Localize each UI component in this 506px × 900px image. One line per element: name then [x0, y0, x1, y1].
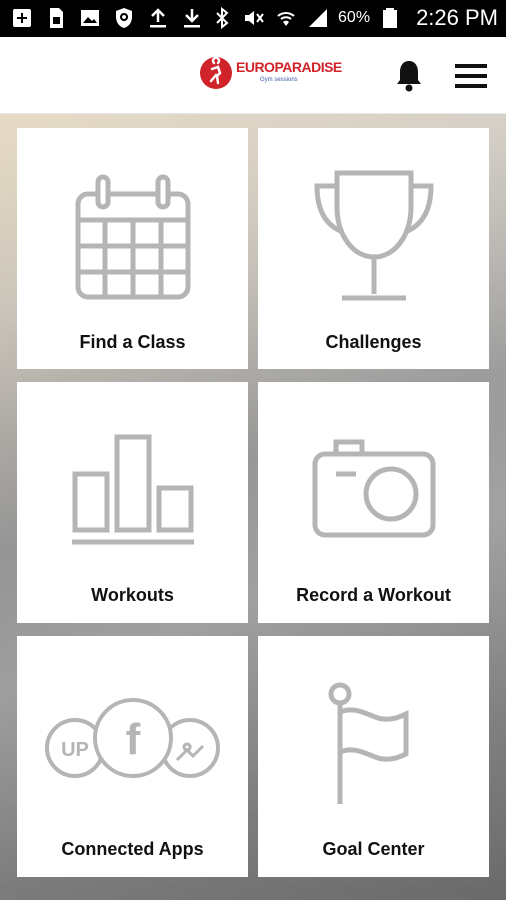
tile-connected-apps[interactable]: UP f Connected Apps	[17, 636, 248, 877]
tile-label: Find a Class	[79, 332, 186, 352]
add-box-icon	[10, 6, 34, 30]
connected-apps-icon: UP f	[17, 696, 248, 786]
tile-record-a-workout[interactable]: Record a Workout	[258, 382, 489, 623]
logo-subtext: Gym sessions	[260, 77, 298, 83]
image-icon	[78, 6, 102, 30]
tile-goal-center[interactable]: Goal Center	[258, 636, 489, 877]
bluetooth-icon	[210, 6, 234, 30]
signal-icon	[306, 6, 330, 30]
tile-label: Workouts	[91, 585, 174, 605]
shield-icon	[112, 6, 136, 30]
menu-icon[interactable]	[455, 63, 487, 89]
camera-icon	[258, 436, 489, 540]
logo-text: EUROPARADISE	[236, 59, 342, 75]
mute-icon	[242, 6, 266, 30]
up-app-label: UP	[61, 739, 89, 761]
facebook-app-label: f	[125, 715, 140, 764]
tile-label: Challenges	[325, 332, 422, 352]
trophy-icon	[258, 168, 489, 304]
wifi-icon	[274, 6, 298, 30]
logo-emblem-icon	[200, 56, 232, 89]
tile-label: Connected Apps	[61, 839, 204, 859]
tile-workouts[interactable]: Workouts	[17, 382, 248, 623]
download-icon	[180, 6, 204, 30]
battery-percent: 60%	[338, 9, 371, 26]
status-bar: 60% 2:26 PM	[0, 0, 506, 37]
calendar-icon	[17, 172, 248, 302]
sim-icon	[44, 6, 68, 30]
tile-label: Goal Center	[322, 839, 425, 859]
tile-label: Record a Workout	[296, 585, 451, 605]
bar-chart-icon	[17, 432, 248, 548]
battery-icon	[378, 6, 402, 30]
bell-icon[interactable]	[393, 58, 425, 92]
status-bar-system: 60% 2:26 PM	[210, 5, 498, 31]
status-bar-clock: 2:26 PM	[416, 5, 498, 30]
flag-icon	[258, 680, 489, 808]
app-header: EUROPARADISE Gym sessions	[0, 37, 506, 114]
brand-logo[interactable]: EUROPARADISE Gym sessions	[198, 55, 342, 93]
tile-find-a-class[interactable]: Find a Class	[17, 128, 248, 369]
tile-challenges[interactable]: Challenges	[258, 128, 489, 369]
upload-icon	[146, 6, 170, 30]
status-bar-notifications	[10, 6, 204, 30]
